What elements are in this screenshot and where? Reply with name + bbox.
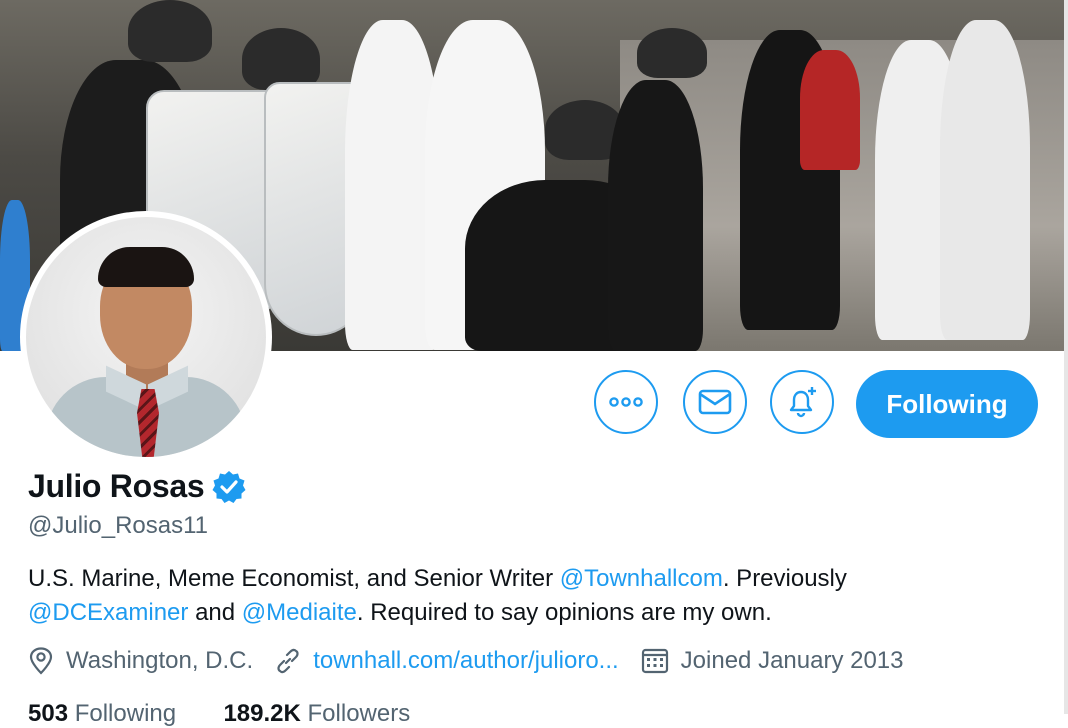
joined-item: Joined January 2013 <box>641 647 904 675</box>
user-handle: @Julio_Rosas11 <box>28 512 209 539</box>
follow-stats: 503 Following 189.2K Followers <box>28 700 410 728</box>
website-link[interactable]: townhall.com/author/julioro... <box>313 647 618 675</box>
more-options-button[interactable] <box>594 370 658 434</box>
location-text: Washington, D.C. <box>66 647 254 674</box>
verified-badge-icon <box>212 470 246 503</box>
page-edge-divider <box>1064 0 1068 714</box>
profile-name-row: Julio Rosas <box>28 468 246 505</box>
mention-link-mediaite[interactable]: @Mediaite <box>242 599 357 626</box>
display-name: Julio Rosas <box>28 468 205 504</box>
avatar[interactable] <box>26 217 266 457</box>
calendar-icon <box>641 648 668 674</box>
more-dots-icon <box>609 397 643 407</box>
notifications-button[interactable] <box>770 370 834 434</box>
link-icon <box>277 648 299 674</box>
following-button[interactable]: Following <box>856 370 1038 438</box>
profile-bio: U.S. Marine, Meme Economist, and Senior … <box>28 565 847 626</box>
mention-link-townhall[interactable]: @Townhallcom <box>560 565 723 592</box>
website-item: townhall.com/author/julioro... <box>275 647 619 675</box>
bell-plus-icon <box>789 387 816 418</box>
message-button[interactable] <box>683 370 747 434</box>
joined-date-text: Joined January 2013 <box>680 647 904 674</box>
location-pin-icon <box>29 647 53 675</box>
mail-icon <box>698 389 732 415</box>
profile-meta-row: Washington, D.C. townhall.com/author/jul… <box>28 647 926 675</box>
mention-link-dcexaminer[interactable]: @DCExaminer <box>28 599 188 626</box>
location-item: Washington, D.C. <box>28 647 253 675</box>
